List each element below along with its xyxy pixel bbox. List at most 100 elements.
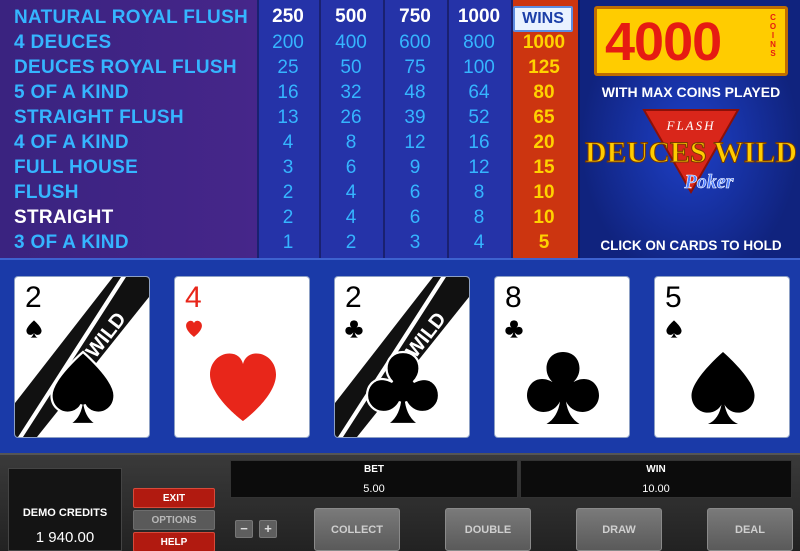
logo-title-text: DEUCES WILD — [585, 136, 797, 169]
paytable-payout: 26 — [340, 107, 362, 128]
paytable-win-value: 5 — [538, 232, 550, 253]
paytable-hand-label: 5 OF A KIND — [14, 82, 129, 103]
paytable-payout: 2 — [282, 207, 294, 228]
deuces-wild-logo: FLASH DEUCES WILD Poker — [584, 109, 798, 195]
exit-button[interactable]: EXIT — [133, 488, 215, 508]
bet-increase-button[interactable]: + — [259, 520, 277, 538]
paytable-payout: 400 — [335, 32, 367, 53]
spade-icon — [666, 320, 682, 338]
paytable-payout: 6 — [409, 207, 421, 228]
paytable-hand-label: STRAIGHT FLUSH — [14, 107, 184, 128]
club-icon — [527, 352, 599, 424]
paytable-payout: 8 — [473, 207, 485, 228]
paytable-payout: 3 — [282, 157, 294, 178]
paytable-hand-label: NATURAL ROYAL FLUSH — [14, 7, 249, 28]
bet-label: BET — [364, 464, 384, 475]
card-3[interactable]: WILD 2 — [335, 277, 469, 437]
spade-icon — [26, 320, 42, 338]
jackpot-box: 4000 COINS — [594, 6, 788, 76]
logo-flash-text: FLASH — [666, 118, 716, 133]
paytable-payout: 6 — [409, 182, 421, 203]
paytable-payout: 2 — [345, 232, 357, 253]
hold-hint: CLICK ON CARDS TO HOLD — [600, 238, 782, 253]
card-rank: 5 — [665, 281, 682, 314]
double-button[interactable]: DOUBLE — [445, 508, 531, 551]
paytable-win-value: 15 — [533, 157, 555, 178]
paytable-payout: 13 — [277, 107, 299, 128]
heart-icon — [186, 320, 202, 337]
heart-icon — [210, 353, 276, 421]
coin-header-3: 750 — [399, 6, 431, 27]
card-4[interactable]: 8 — [495, 277, 629, 437]
paytable-win-value: 65 — [533, 107, 555, 128]
paytable-payout: 75 — [404, 57, 426, 78]
bet-display: BET 5.00 — [230, 460, 518, 498]
max-coins-note: WITH MAX COINS PLAYED — [601, 84, 781, 100]
paytable-hand-label: 3 OF A KIND — [14, 232, 129, 253]
card-rank: 4 — [185, 281, 202, 314]
paytable-payout: 52 — [468, 107, 490, 128]
paytable-payout: 200 — [272, 32, 304, 53]
card-2[interactable]: 4 — [175, 277, 309, 437]
club-icon — [365, 350, 441, 426]
win-value: 10.00 — [642, 483, 670, 495]
paytable-payout: 800 — [463, 32, 495, 53]
paytable-payout: 2 — [282, 182, 294, 203]
card-rank: 2 — [25, 281, 42, 314]
card-rank: 8 — [505, 281, 522, 314]
paytable-win-value: 10 — [533, 207, 555, 228]
paytable-payout: 8 — [345, 132, 357, 153]
paytable-payout: 64 — [468, 82, 490, 103]
club-icon — [505, 320, 523, 338]
paytable-payout: 100 — [463, 57, 495, 78]
collect-button[interactable]: COLLECT — [314, 508, 400, 551]
paytable-payout: 8 — [473, 182, 485, 203]
paytable-payout: 9 — [409, 157, 421, 178]
paytable-win-value: 1000 — [522, 32, 566, 53]
paytable-payout: 16 — [277, 82, 299, 103]
paytable-payout: 25 — [277, 57, 299, 78]
bet-value: 5.00 — [363, 483, 385, 495]
spade-icon — [50, 350, 116, 426]
wins-label: WINS — [513, 6, 573, 32]
deal-button[interactable]: DEAL — [707, 508, 793, 551]
paytable-payout: 1 — [282, 232, 294, 253]
logo-subtitle-text: Poker — [684, 171, 734, 193]
coin-header-2: 500 — [335, 6, 367, 27]
coin-header-4: 1000 — [457, 6, 501, 27]
card-5[interactable]: 5 — [655, 277, 789, 437]
club-icon — [345, 320, 363, 338]
game-logo-panel: 4000 COINS WITH MAX COINS PLAYED FLASH D… — [578, 0, 800, 258]
paytable-payout: 48 — [404, 82, 426, 103]
card-rank: 2 — [345, 281, 362, 314]
paytable-payout: 32 — [340, 82, 362, 103]
options-button[interactable]: OPTIONS — [133, 510, 215, 530]
paytable-payout: 16 — [468, 132, 490, 153]
help-button[interactable]: HELP — [133, 532, 215, 551]
spade-icon — [691, 352, 755, 424]
paytable-payout: 4 — [473, 232, 485, 253]
win-label: WIN — [646, 464, 666, 475]
paytable-payout: 39 — [404, 107, 426, 128]
paytable-win-value: 20 — [533, 132, 555, 153]
jackpot-unit: COINS — [769, 13, 777, 58]
card-1[interactable]: WILD 2 — [15, 277, 149, 437]
jackpot-amount: 4000 — [605, 12, 722, 72]
paytable-win-value: 125 — [528, 57, 560, 78]
paytable-hand-label: 4 DEUCES — [14, 32, 112, 53]
bet-decrease-button[interactable]: − — [235, 520, 253, 538]
paytable-payout: 4 — [345, 182, 357, 203]
credits-label: DEMO CREDITS — [22, 507, 108, 519]
paytable-win-value: 10 — [533, 182, 555, 203]
win-display: WIN 10.00 — [520, 460, 792, 498]
paytable-payout: 50 — [340, 57, 362, 78]
draw-button[interactable]: DRAW — [576, 508, 662, 551]
paytable-payout: 12 — [404, 132, 426, 153]
paytable-hand-label: STRAIGHT — [14, 207, 114, 228]
paytable-hand-label: DEUCES ROYAL FLUSH — [14, 57, 237, 78]
paytable-payout: 4 — [345, 207, 357, 228]
paytable-payout: 6 — [345, 157, 357, 178]
paytable-payout: 600 — [399, 32, 431, 53]
coin-header-1: 250 — [272, 6, 304, 27]
paytable-hand-label: FLUSH — [14, 182, 79, 203]
